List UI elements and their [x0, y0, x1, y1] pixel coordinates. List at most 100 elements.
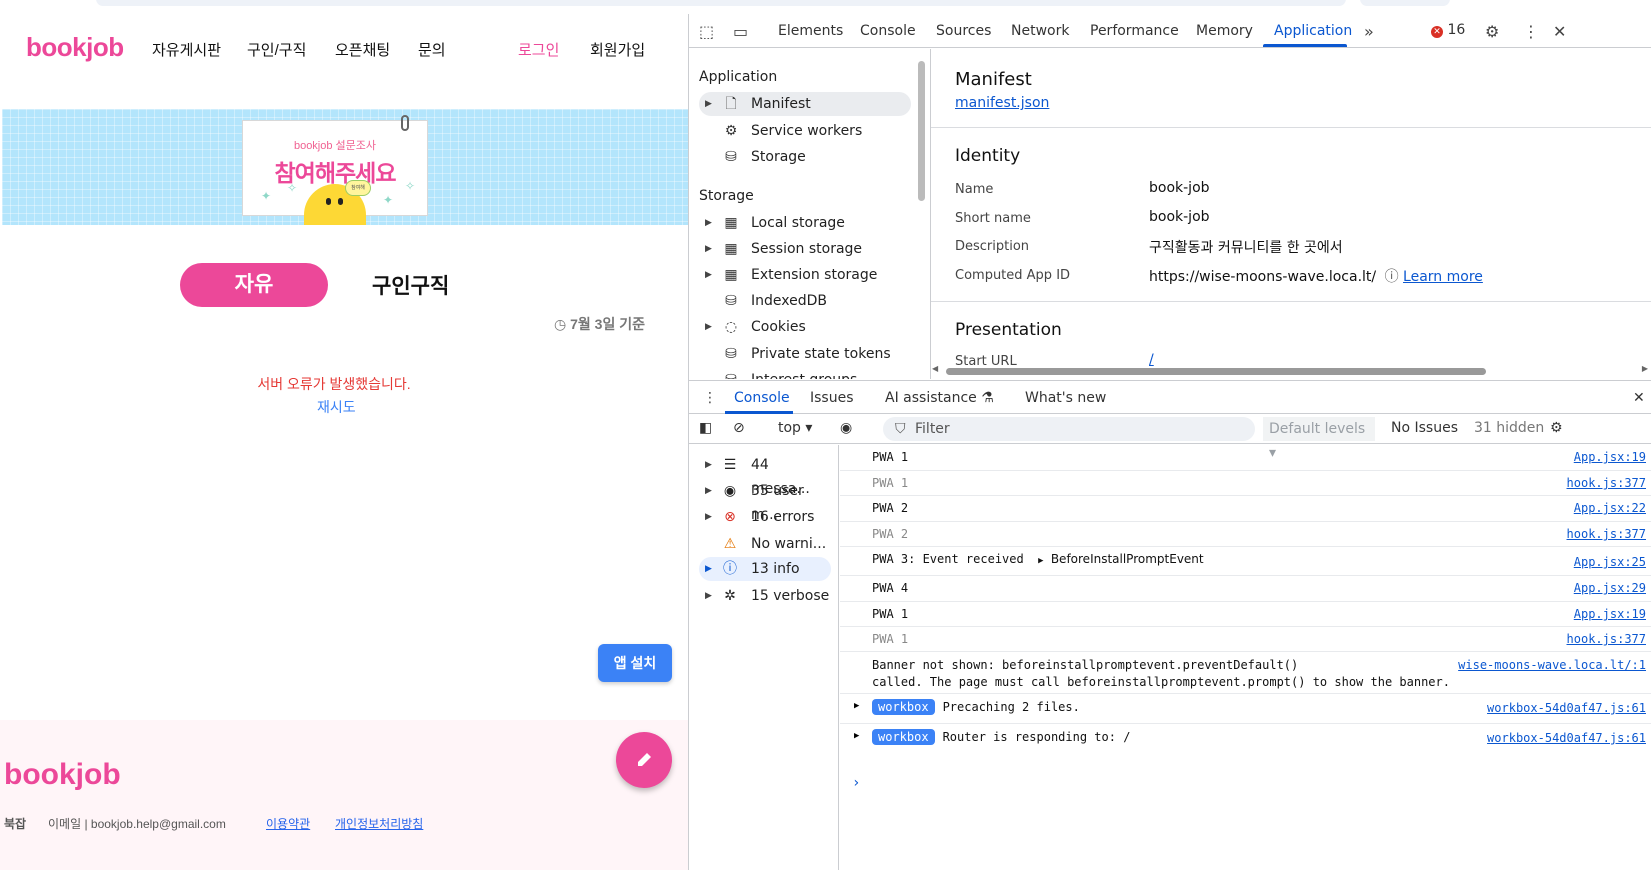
manifest-json-link[interactable]: manifest.json [955, 95, 1049, 111]
expand-arrow-icon[interactable]: ▶ [705, 92, 712, 116]
log-source-link[interactable]: workbox-54d0af47.js:61 [1487, 731, 1646, 745]
log-source-link[interactable]: hook.js:377 [1567, 476, 1646, 490]
sidebar-scrollbar[interactable] [918, 61, 925, 201]
nav-inquiry[interactable]: 문의 [418, 39, 446, 60]
tab-memory[interactable]: Memory [1196, 23, 1253, 39]
close-devtools-icon[interactable]: ✕ [1553, 22, 1566, 41]
nav-job[interactable]: 구인/구직 [247, 39, 306, 60]
sidebar-item-cookies[interactable]: ▶ ◌ Cookies [699, 315, 911, 339]
device-toolbar-icon[interactable]: ▭ [733, 22, 748, 41]
log-message: PWA 2 [872, 501, 909, 515]
gears-icon: ⚙ [724, 123, 738, 139]
sidebar-item-session-storage[interactable]: ▶ ▦ Session storage [699, 237, 911, 261]
sidebar-item-indexeddb[interactable]: ⛁ IndexedDB [699, 289, 911, 313]
write-button[interactable] [616, 732, 672, 788]
expand-arrow-icon[interactable]: ▶ [705, 584, 712, 608]
issues-button[interactable]: No Issues [1391, 420, 1458, 436]
console-prompt-chevron-icon[interactable]: › [852, 775, 860, 791]
expand-arrow-icon[interactable]: ▶ [705, 453, 712, 477]
drawer-tab-console[interactable]: Console [734, 390, 790, 406]
console-filter-verbose[interactable]: ▶ ✲ 15 verbose [699, 584, 831, 608]
log-source-link[interactable]: App.jsx:19 [1574, 607, 1646, 621]
sidebar-item-private-state-tokens[interactable]: ⛁ Private state tokens [699, 342, 911, 366]
nav-free-board[interactable]: 자유게시판 [152, 39, 221, 60]
sidebar-item-interest-groups[interactable]: ⛁ Interest groups [699, 368, 911, 379]
log-message: PWA 1 [872, 450, 909, 464]
console-filter-info[interactable]: ▶ ⓘ 13 info [699, 557, 831, 581]
app-install-button[interactable]: 앱 설치 [598, 644, 672, 682]
manifest-horizontal-scrollbar[interactable]: ◀ ▶ [930, 364, 1651, 378]
log-source-link[interactable]: wise-moons-wave.loca.lt/:1 [1458, 658, 1646, 672]
log-source-link[interactable]: hook.js:377 [1567, 632, 1646, 646]
log-source-link[interactable]: App.jsx:19 [1574, 450, 1646, 464]
learn-more-link[interactable]: Learn more [1403, 269, 1483, 285]
sidebar-item-local-storage[interactable]: ▶ ▦ Local storage [699, 211, 911, 235]
scroll-left-icon[interactable]: ◀ [932, 364, 938, 373]
retry-link[interactable]: 재시도 [317, 397, 356, 417]
tab-performance[interactable]: Performance [1090, 23, 1179, 39]
sidebar-item-manifest[interactable]: ▶ 🗋 Manifest [699, 92, 911, 116]
log-source-link[interactable]: App.jsx:25 [1574, 555, 1646, 569]
kebab-menu-icon[interactable]: ⋮ [1523, 22, 1539, 41]
tab-application[interactable]: Application [1274, 23, 1352, 39]
scroll-right-icon[interactable]: ▶ [1642, 364, 1648, 373]
log-source-link[interactable]: App.jsx:22 [1574, 501, 1646, 515]
footer-terms-link[interactable]: 이용약관 [266, 815, 310, 832]
tab-job[interactable]: 구인구직 [372, 270, 449, 300]
login-link[interactable]: 로그인 [518, 39, 559, 60]
console-filter-user-messages[interactable]: ▶ ◉ 35 user m... [699, 479, 831, 523]
log-source-link[interactable]: App.jsx:29 [1574, 581, 1646, 595]
footer-logo: bookjob [4, 758, 121, 791]
context-selector[interactable]: top ▾ [778, 420, 812, 436]
tab-free[interactable]: 자유 [180, 263, 328, 307]
log-source-link[interactable]: workbox-54d0af47.js:61 [1487, 701, 1646, 715]
sidebar-item-extension-storage[interactable]: ▶ ▦ Extension storage [699, 263, 911, 287]
expand-arrow-icon[interactable]: ▶ [854, 731, 859, 741]
console-filter-errors[interactable]: ▶ ⊗ 16 errors [699, 505, 831, 529]
drawer-tab-ai-assistance[interactable]: AI assistance ⚗ [885, 390, 994, 406]
tab-sources[interactable]: Sources [936, 23, 991, 39]
console-filter-warnings[interactable]: ⚠ No warni... [699, 532, 831, 556]
sidebar-item-storage[interactable]: ⛁ Storage [699, 145, 911, 169]
scrollbar-thumb[interactable] [946, 368, 1486, 375]
error-count-badge[interactable]: ✕ 16 [1431, 22, 1465, 38]
expand-arrow-icon[interactable]: ▶ [705, 557, 712, 581]
console-settings-gear-icon[interactable]: ⚙ [1550, 420, 1563, 436]
sidebar-item-service-workers[interactable]: ⚙ Service workers [699, 119, 911, 143]
log-levels-dropdown[interactable]: Default levels ▾ [1263, 417, 1375, 461]
help-icon[interactable]: ⓘ [1385, 269, 1399, 285]
expand-arrow-icon[interactable]: ▶ [705, 263, 712, 287]
expand-arrow-icon[interactable]: ▶ [705, 211, 712, 235]
sidebar-toggle-icon[interactable]: ◧ [699, 420, 712, 436]
live-expression-eye-icon[interactable]: ◉ [840, 420, 852, 436]
close-drawer-icon[interactable]: ✕ [1633, 390, 1645, 406]
console-filter-messages[interactable]: ▶ ☰ 44 messa... [699, 453, 831, 497]
expand-arrow-icon[interactable]: ▶ [705, 479, 712, 503]
more-tabs-icon[interactable]: » [1364, 22, 1374, 41]
tab-console[interactable]: Console [860, 23, 916, 39]
clear-console-icon[interactable]: ⊘ [733, 420, 745, 436]
expand-arrow-icon[interactable]: ▶ [705, 505, 712, 529]
log-source-link[interactable]: hook.js:377 [1567, 527, 1646, 541]
site-logo[interactable]: bookjob [26, 32, 124, 63]
address-bar[interactable] [96, 0, 1346, 6]
log-object[interactable]: BeforeInstallPromptEvent [1051, 552, 1204, 566]
browser-button[interactable] [1360, 0, 1450, 6]
tab-network[interactable]: Network [1011, 23, 1069, 39]
drawer-tab-whats-new[interactable]: What's new [1025, 390, 1106, 406]
signup-link[interactable]: 회원가입 [590, 39, 645, 60]
settings-gear-icon[interactable]: ⚙ [1485, 22, 1499, 41]
divider [931, 301, 1651, 302]
inspect-element-icon[interactable]: ⬚ [699, 22, 714, 41]
expand-arrow-icon[interactable]: ▶ [705, 237, 712, 261]
nav-open-chat[interactable]: 오픈채팅 [335, 39, 390, 60]
drawer-menu-icon[interactable]: ⋮ [703, 390, 717, 406]
expand-object-icon[interactable]: ▶ [1038, 556, 1043, 566]
expand-arrow-icon[interactable]: ▶ [705, 315, 712, 339]
drawer-tab-issues[interactable]: Issues [810, 390, 854, 406]
expand-arrow-icon[interactable]: ▶ [854, 701, 859, 711]
tab-elements[interactable]: Elements [778, 23, 843, 39]
survey-banner[interactable]: bookjob 설문조사 참여해주세요 ✦ ✧ ✦ ✧ 참여해 [2, 109, 688, 225]
console-filter-input[interactable]: ⛉ Filter [883, 417, 1255, 441]
footer-privacy-link[interactable]: 개인정보처리방침 [335, 815, 423, 832]
